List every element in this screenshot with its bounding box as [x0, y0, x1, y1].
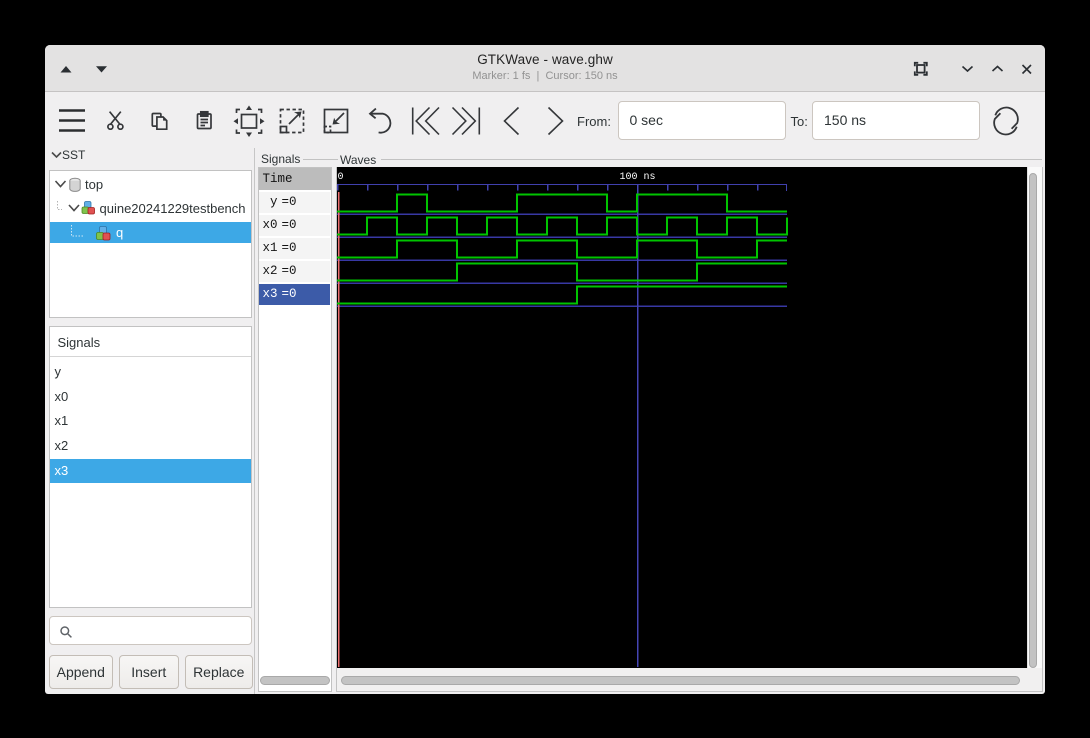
svg-text:100 ns: 100 ns [619, 172, 655, 183]
svg-text:0: 0 [337, 172, 343, 183]
